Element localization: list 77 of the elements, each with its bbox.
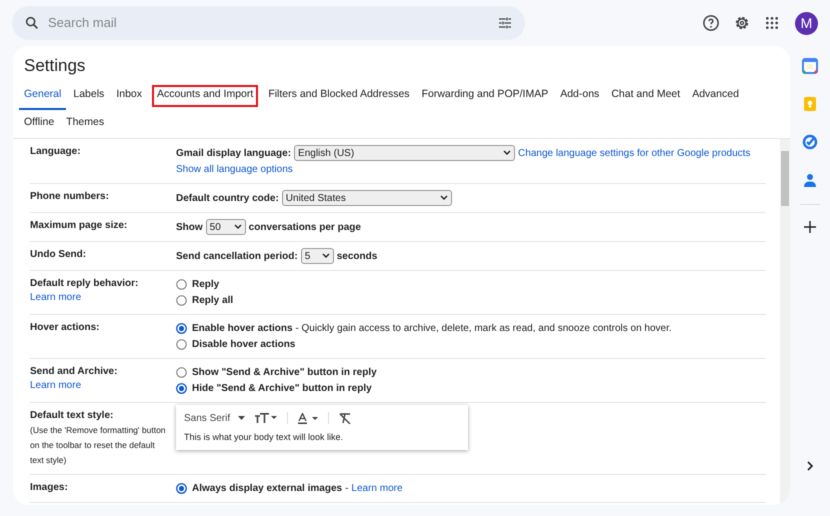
dropdown-select[interactable]: 50 bbox=[206, 219, 246, 235]
setting-text: seconds bbox=[336, 250, 378, 264]
caret-icon bbox=[503, 150, 512, 156]
calendar-icon[interactable] bbox=[802, 58, 818, 74]
learn-more-link[interactable]: Learn more bbox=[30, 291, 176, 305]
settings-tab[interactable]: General bbox=[19, 82, 66, 110]
settings-tab[interactable]: Add-ons bbox=[555, 82, 604, 110]
radio-selected[interactable] bbox=[176, 323, 187, 334]
apps-grid-icon[interactable] bbox=[764, 15, 780, 31]
text-link[interactable]: Show all language options bbox=[176, 162, 293, 177]
setting-label: Phone numbers: bbox=[30, 190, 110, 204]
radio-option-label[interactable]: Disable hover actions bbox=[192, 337, 296, 352]
radio-unselected[interactable] bbox=[176, 339, 187, 350]
dropdown-select[interactable]: 5 bbox=[300, 248, 334, 264]
chevron-right-icon[interactable] bbox=[806, 461, 814, 471]
radio-unselected[interactable] bbox=[176, 367, 187, 378]
setting-text: Send cancellation period: bbox=[176, 250, 298, 264]
setting-note: (Use the 'Remove formatting' button on the toolbar to reset the default text style) bbox=[30, 424, 167, 467]
learn-more-link[interactable]: Learn more bbox=[351, 481, 403, 496]
settings-tab[interactable]: Advanced bbox=[687, 82, 744, 110]
radio-option-label[interactable]: Reply all bbox=[192, 293, 234, 308]
setting-label: Language: bbox=[30, 145, 82, 159]
radio-unselected[interactable] bbox=[176, 279, 187, 290]
separator-text: - bbox=[345, 482, 348, 496]
caret-icon bbox=[238, 416, 246, 420]
setting-label: Undo Send: bbox=[30, 248, 88, 262]
scrollbar[interactable] bbox=[780, 139, 790, 505]
text-size-icon[interactable] bbox=[255, 413, 278, 423]
tasks-icon[interactable] bbox=[802, 134, 818, 150]
settings-tab[interactable]: Chat and Meet bbox=[606, 82, 686, 110]
search-input: Search mail bbox=[48, 13, 489, 33]
setting-text: Show bbox=[176, 220, 203, 234]
caret-icon bbox=[440, 195, 448, 201]
radio-option-label[interactable]: Always display external images bbox=[192, 481, 342, 496]
setting-label: Default reply behavior: bbox=[30, 277, 140, 291]
page-title: Settings bbox=[23, 55, 86, 77]
settings-tab[interactable]: Themes bbox=[61, 110, 110, 138]
dropdown-select[interactable]: United States bbox=[282, 190, 452, 206]
radio-option-label[interactable]: Hide "Send & Archive" button in reply bbox=[192, 381, 372, 396]
radio-selected[interactable] bbox=[176, 483, 187, 494]
radio-selected[interactable] bbox=[176, 383, 187, 394]
setting-label: Images: bbox=[30, 481, 69, 495]
sample-text: This is what your body text will look like. bbox=[184, 431, 344, 444]
settings-icon[interactable] bbox=[733, 14, 751, 32]
radio-unselected[interactable] bbox=[176, 295, 187, 306]
settings-tab[interactable]: Filters and Blocked Addresses bbox=[263, 82, 415, 110]
account-avatar[interactable]: M bbox=[795, 12, 818, 34]
contacts-icon[interactable] bbox=[803, 172, 817, 188]
scrollbar-thumb[interactable] bbox=[781, 151, 789, 206]
radio-option-label[interactable]: Show "Send & Archive" button in reply bbox=[192, 365, 377, 380]
caret-icon bbox=[322, 253, 330, 259]
settings-tab[interactable]: Accounts and Import bbox=[149, 82, 262, 110]
remove-formatting-icon[interactable] bbox=[339, 412, 352, 424]
search-icon bbox=[24, 15, 40, 31]
caret-icon bbox=[234, 224, 242, 230]
setting-label: Maximum page size: bbox=[30, 219, 128, 233]
radio-option-label[interactable]: Enable hover actions - Quickly gain access to archive, delete, mark as read, and snooze controls on hover. bbox=[192, 321, 672, 336]
learn-more-link[interactable]: Learn more bbox=[30, 379, 176, 393]
setting-label: Send and Archive: bbox=[30, 365, 118, 379]
dropdown-select[interactable]: English (US) bbox=[294, 145, 516, 161]
font-dropdown[interactable]: Sans Serif bbox=[184, 410, 246, 426]
text-color-icon[interactable] bbox=[298, 412, 318, 424]
radio-option-label[interactable]: Reply bbox=[192, 277, 220, 292]
setting-text: conversations per page bbox=[248, 220, 361, 234]
setting-label: Hover actions: bbox=[30, 321, 100, 335]
text-link[interactable]: Change language settings for other Google products bbox=[518, 146, 750, 160]
setting-text: Default country code: bbox=[176, 192, 279, 206]
add-icon[interactable] bbox=[804, 221, 816, 233]
filter-options-icon[interactable] bbox=[497, 15, 513, 31]
search-field[interactable]: Search mail bbox=[12, 6, 525, 40]
setting-label: Default text style: bbox=[30, 409, 114, 423]
help-icon[interactable] bbox=[702, 14, 720, 32]
settings-tab[interactable]: Labels bbox=[68, 82, 110, 110]
settings-tab[interactable]: Offline bbox=[19, 110, 60, 138]
setting-text: Gmail display language: bbox=[176, 146, 292, 160]
settings-tab[interactable]: Inbox bbox=[111, 82, 147, 110]
settings-tab[interactable]: Forwarding and POP/IMAP bbox=[416, 82, 554, 110]
